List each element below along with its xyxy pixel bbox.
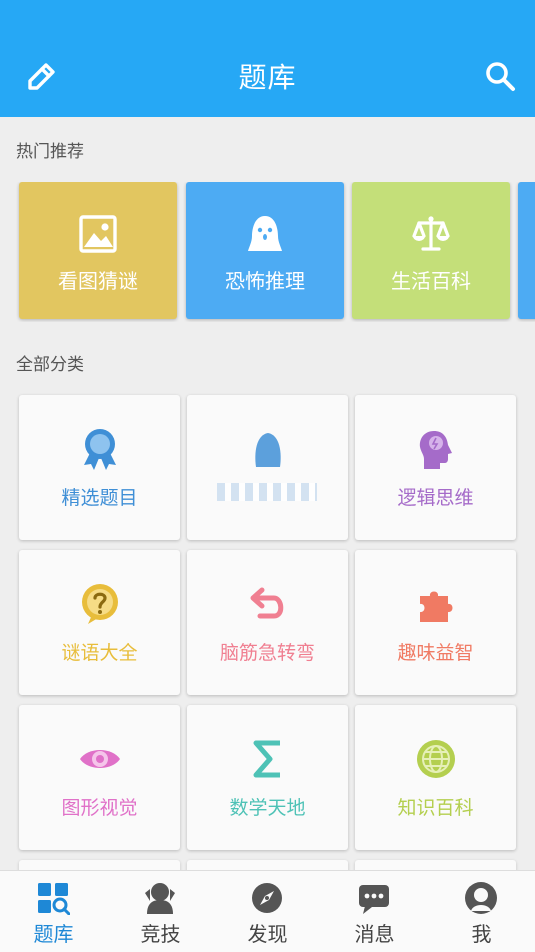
page-title: 题库 <box>238 61 297 94</box>
ghost-icon <box>248 216 282 251</box>
tab-label: 消息 <box>354 922 395 946</box>
tab-tiku[interactable]: 题库 <box>0 871 107 952</box>
top-app-bar: 题库 <box>0 0 535 117</box>
category-fun-puzzles[interactable]: 趣味益智 <box>355 550 516 695</box>
scale-icon <box>412 216 450 251</box>
hot-card-label: 恐怖推理 <box>225 269 305 293</box>
compass-icon <box>252 883 282 913</box>
category-label: 精选题目 <box>61 487 138 509</box>
sigma-icon <box>253 740 280 778</box>
category-label: 数学天地 <box>229 797 306 819</box>
hot-card-label: 生活百科 <box>391 269 471 293</box>
award-icon <box>84 429 116 470</box>
category-label: 图形视觉 <box>61 797 138 819</box>
category-label: 逻辑思维 <box>397 487 474 509</box>
category-blurred[interactable] <box>187 395 348 540</box>
hot-carousel[interactable]: 看图猜谜 恐怖推理 生活百科 <box>0 182 535 322</box>
tab-messages[interactable]: 消息 <box>321 871 428 952</box>
category-math[interactable]: 数学天地 <box>187 705 348 850</box>
tab-me[interactable]: 我 <box>428 871 535 952</box>
puzzle-icon <box>420 591 453 622</box>
category-knowledge[interactable]: 知识百科 <box>355 705 516 850</box>
search-icon[interactable] <box>482 58 518 94</box>
hot-card-life[interactable]: 生活百科 <box>352 182 510 319</box>
categories-section-label: 全部分类 <box>16 355 84 375</box>
chat-icon <box>359 885 389 914</box>
category-label: 脑筋急转弯 <box>219 642 315 664</box>
question-bubble-icon <box>82 584 118 624</box>
tiku-grid-icon <box>38 883 70 915</box>
tab-label: 我 <box>471 922 492 946</box>
brain-head-icon <box>419 431 452 469</box>
hot-card-label: 看图猜谜 <box>58 269 138 293</box>
category-label: 趣味益智 <box>397 642 474 664</box>
profile-icon <box>465 882 497 914</box>
hot-card-horror[interactable]: 恐怖推理 <box>186 182 344 319</box>
category-featured[interactable]: 精选题目 <box>19 395 180 540</box>
category-riddles[interactable]: 谜语大全 <box>19 550 180 695</box>
tab-competition[interactable]: 竞技 <box>107 871 214 952</box>
category-logic[interactable]: 逻辑思维 <box>355 395 516 540</box>
bottom-navigation: 题库 竞技 发现 消息 我 <box>0 870 535 952</box>
eye-icon <box>80 750 120 768</box>
category-label: 谜语大全 <box>61 642 138 664</box>
globe-icon <box>417 740 455 778</box>
blurred-label <box>217 483 317 501</box>
tab-label: 发现 <box>247 922 288 946</box>
image-icon <box>79 215 117 253</box>
tab-label: 题库 <box>33 922 74 946</box>
tab-label: 竞技 <box>140 922 181 946</box>
hot-card-partial[interactable] <box>518 182 535 319</box>
tab-discover[interactable]: 发现 <box>214 871 321 952</box>
competition-person-icon <box>145 883 175 914</box>
blurred-icon <box>255 433 281 467</box>
hot-card-guess-image[interactable]: 看图猜谜 <box>19 182 177 319</box>
category-brain-teasers[interactable]: 脑筋急转弯 <box>187 550 348 695</box>
category-visual[interactable]: 图形视觉 <box>19 705 180 850</box>
hot-section-label: 热门推荐 <box>16 142 84 162</box>
category-label: 知识百科 <box>397 797 474 819</box>
undo-arrow-icon <box>250 587 284 619</box>
